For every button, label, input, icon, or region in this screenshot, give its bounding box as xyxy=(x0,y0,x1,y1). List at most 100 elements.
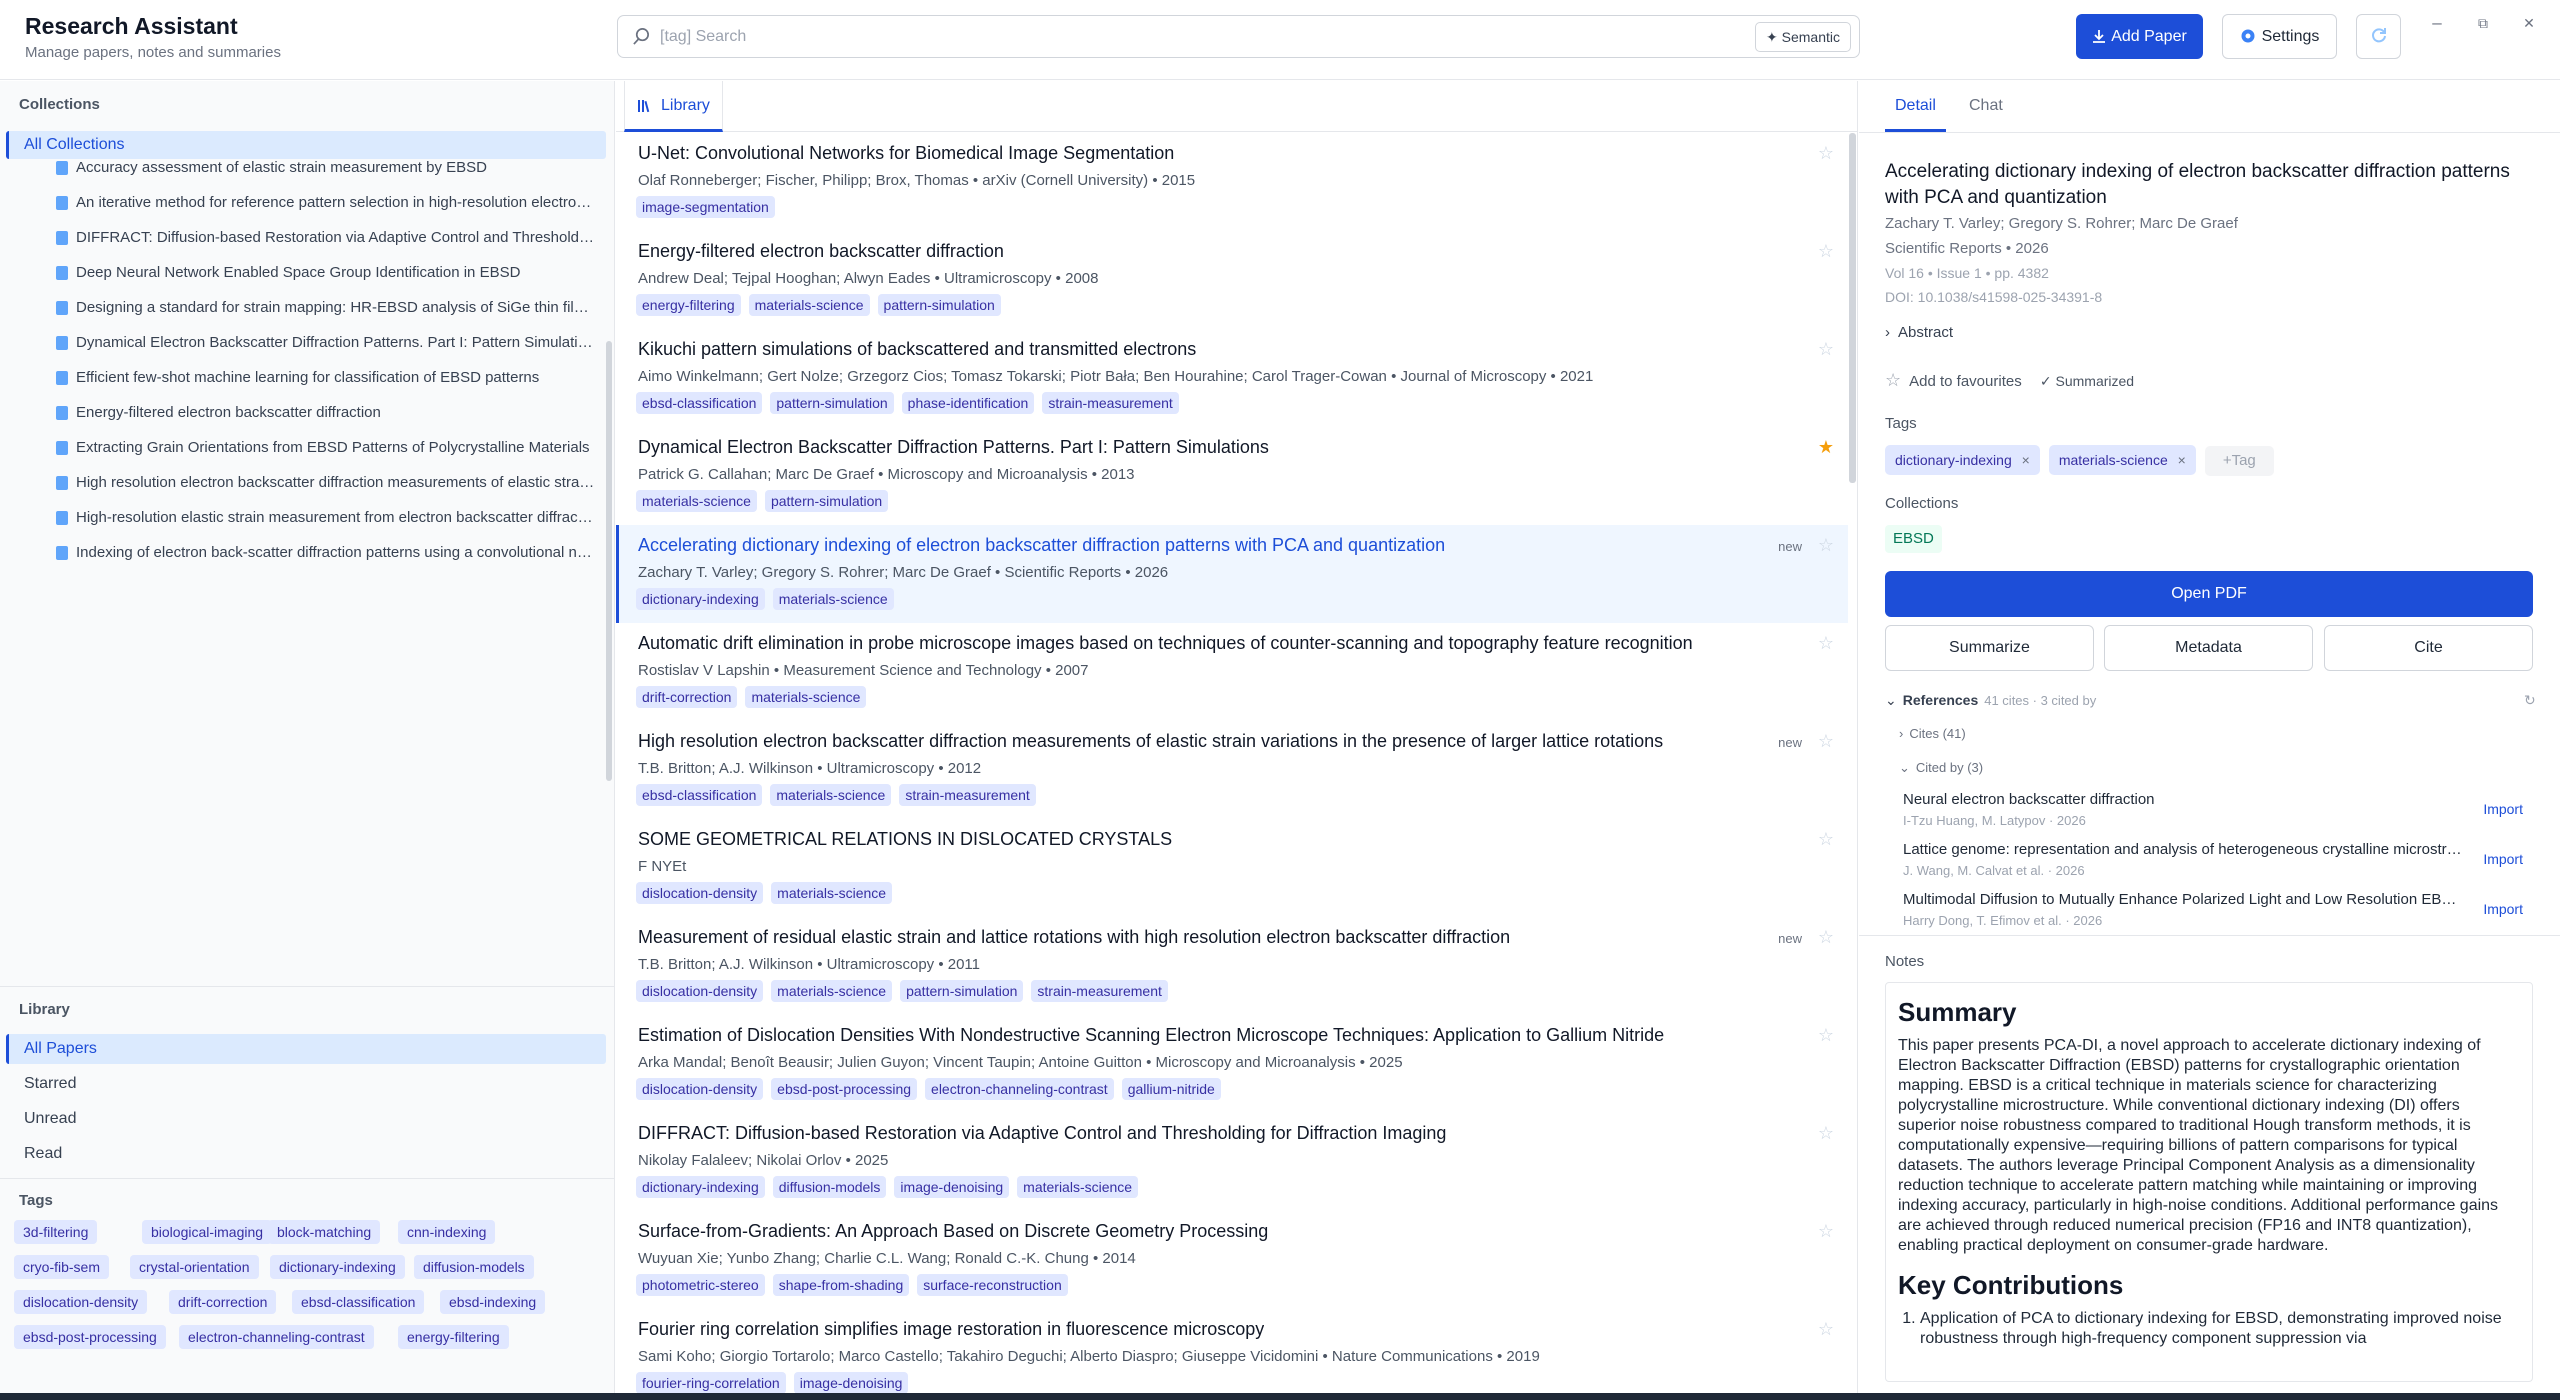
tag-pill[interactable]: diffusion-models xyxy=(414,1255,534,1279)
collection-item[interactable]: Extracting Grain Orientations from EBSD … xyxy=(56,433,596,463)
library-item[interactable]: All Papers xyxy=(6,1034,606,1064)
tag-pill[interactable]: dislocation-density xyxy=(636,980,764,1002)
paper-row[interactable]: Estimation of Dislocation Densities With… xyxy=(616,1015,1848,1113)
tag-pill[interactable]: materials-science xyxy=(745,686,867,708)
paper-title[interactable]: Accelerating dictionary indexing of elec… xyxy=(638,535,1445,556)
tag-pill[interactable]: dictionary-indexing xyxy=(636,588,765,610)
tag-pill[interactable]: ebsd-indexing xyxy=(440,1290,546,1314)
star-icon[interactable]: ☆ xyxy=(1818,535,1834,556)
cites-toggle[interactable]: › Cites (41) xyxy=(1899,726,1966,741)
tag-pill[interactable]: materials-science xyxy=(748,294,870,316)
tag-pill[interactable]: energy-filtering xyxy=(398,1325,509,1349)
tag-pill[interactable]: ebsd-post-processing xyxy=(771,1078,918,1100)
tag-pill[interactable]: pattern-simulation xyxy=(877,294,1001,316)
import-button[interactable]: Import xyxy=(2483,901,2523,917)
tab-library[interactable]: Library xyxy=(624,81,723,132)
tag-pill[interactable]: materials-science xyxy=(771,980,893,1002)
tag-pill[interactable]: electron-channeling-contrast xyxy=(179,1325,374,1349)
collection-item[interactable]: Indexing of electron back-scatter diffra… xyxy=(56,538,596,566)
tag-pill[interactable]: materials-science xyxy=(771,882,893,904)
tag-pill[interactable]: gallium-nitride xyxy=(1121,1078,1221,1100)
tag-pill[interactable]: materials-science × xyxy=(2048,445,2196,475)
tag-pill[interactable]: ebsd-classification xyxy=(292,1290,425,1314)
tag-pill[interactable]: biological-imaging xyxy=(142,1220,273,1244)
tag-pill[interactable]: photometric-stereo xyxy=(636,1274,765,1296)
tag-pill[interactable]: drift-correction xyxy=(169,1290,277,1314)
tag-pill[interactable]: pattern-simulation xyxy=(764,490,889,512)
paper-row[interactable]: Measurement of residual elastic strain a… xyxy=(616,917,1848,1015)
tag-pill[interactable]: strain-measurement xyxy=(1031,980,1168,1002)
collection-item[interactable]: High-resolution elastic strain measureme… xyxy=(56,503,596,533)
window-minimize-button[interactable]: – xyxy=(2424,12,2450,34)
tag-pill[interactable]: materials-science xyxy=(772,588,894,610)
tag-pill[interactable]: fourier-ring-correlation xyxy=(636,1372,786,1393)
paper-row[interactable]: Dynamical Electron Backscatter Diffracti… xyxy=(616,427,1848,525)
tag-pill[interactable]: 3d-filtering xyxy=(14,1220,98,1244)
paper-title[interactable]: High resolution electron backscatter dif… xyxy=(638,731,1663,752)
paper-title[interactable]: Dynamical Electron Backscatter Diffracti… xyxy=(638,437,1269,458)
tag-pill[interactable]: drift-correction xyxy=(636,686,738,708)
search-input[interactable] xyxy=(660,23,1660,51)
star-icon[interactable]: ☆ xyxy=(1818,241,1834,262)
collection-item[interactable]: Designing a standard for strain mapping:… xyxy=(56,293,596,323)
add-tag-button[interactable]: +Tag xyxy=(2204,446,2274,476)
tag-pill[interactable]: ebsd-classification xyxy=(636,392,763,414)
tag-pill[interactable]: shape-from-shading xyxy=(772,1274,910,1296)
tag-pill[interactable]: ebsd-classification xyxy=(636,784,763,806)
remove-tag-icon[interactable]: × xyxy=(2174,452,2186,468)
paper-title[interactable]: Energy-filtered electron backscatter dif… xyxy=(638,241,1004,262)
tag-pill[interactable]: image-denoising xyxy=(894,1176,1010,1198)
tag-pill[interactable]: electron-channeling-contrast xyxy=(925,1078,1114,1100)
paper-row[interactable]: High resolution electron backscatter dif… xyxy=(616,721,1848,819)
tag-pill[interactable]: dictionary-indexing xyxy=(270,1255,405,1279)
tag-pill[interactable]: materials-science xyxy=(636,490,757,512)
collection-item[interactable]: Energy-filtered electron backscatter dif… xyxy=(56,398,596,428)
paper-title[interactable]: Measurement of residual elastic strain a… xyxy=(638,927,1510,948)
paper-row[interactable]: DIFFRACT: Diffusion-based Restoration vi… xyxy=(616,1113,1848,1211)
star-icon[interactable]: ☆ xyxy=(1818,143,1834,164)
list-scrollbar[interactable] xyxy=(1849,133,1856,483)
tag-pill[interactable]: pattern-simulation xyxy=(900,980,1024,1002)
metadata-button[interactable]: Metadata xyxy=(2104,625,2313,671)
cite-button[interactable]: Cite xyxy=(2324,625,2533,671)
window-close-button[interactable]: ✕ xyxy=(2516,12,2542,34)
collection-item[interactable]: Efficient few-shot machine learning for … xyxy=(56,363,596,393)
add-paper-button[interactable]: Add Paper xyxy=(2076,14,2203,59)
notes-editor[interactable]: Summary This paper presents PCA-DI, a no… xyxy=(1885,982,2533,1382)
tag-pill[interactable]: image-denoising xyxy=(793,1372,909,1393)
tag-pill[interactable]: crystal-orientation xyxy=(130,1255,259,1279)
paper-row[interactable]: Surface-from-Gradients: An Approach Base… xyxy=(616,1211,1848,1309)
tag-pill[interactable]: pattern-simulation xyxy=(770,392,894,414)
tag-pill[interactable]: materials-science xyxy=(1017,1176,1139,1198)
collection-item[interactable]: Deep Neural Network Enabled Space Group … xyxy=(56,258,596,288)
semantic-toggle-button[interactable]: ✦ Semantic xyxy=(1755,22,1851,52)
tag-pill[interactable]: cryo-fib-sem xyxy=(14,1255,110,1279)
tag-pill[interactable]: image-segmentation xyxy=(636,196,775,218)
cited-by-title[interactable]: Neural electron backscatter diffraction xyxy=(1903,791,2463,808)
paper-row[interactable]: Accelerating dictionary indexing of elec… xyxy=(616,525,1848,623)
cited-by-title[interactable]: Multimodal Diffusion to Mutually Enhance… xyxy=(1903,891,2463,908)
star-icon[interactable]: ☆ xyxy=(1818,633,1834,654)
paper-row[interactable]: SOME GEOMETRICAL RELATIONS IN DISLOCATED… xyxy=(616,819,1848,917)
tag-pill[interactable]: energy-filtering xyxy=(636,294,741,316)
star-icon[interactable]: ☆ xyxy=(1818,927,1834,948)
tag-pill[interactable]: strain-measurement xyxy=(1042,392,1179,414)
collection-item[interactable]: Accuracy assessment of elastic strain me… xyxy=(56,161,596,183)
abstract-toggle[interactable]: › Abstract xyxy=(1885,324,1953,341)
collection-item[interactable]: Dynamical Electron Backscatter Diffracti… xyxy=(56,328,596,358)
paper-title[interactable]: Kikuchi pattern simulations of backscatt… xyxy=(638,339,1196,360)
paper-title[interactable]: DIFFRACT: Diffusion-based Restoration vi… xyxy=(638,1123,1446,1144)
all-collections-item[interactable]: All Collections xyxy=(6,131,606,159)
star-icon[interactable]: ☆ xyxy=(1818,1221,1834,1242)
star-icon[interactable]: ☆ xyxy=(1818,829,1834,850)
tab-detail[interactable]: Detail xyxy=(1885,81,1946,132)
tag-pill[interactable]: diffusion-models xyxy=(772,1176,887,1198)
import-button[interactable]: Import xyxy=(2483,851,2523,867)
paper-title[interactable]: U-Net: Convolutional Networks for Biomed… xyxy=(638,143,1174,164)
cited-by-title[interactable]: Lattice genome: representation and analy… xyxy=(1903,841,2463,858)
references-refresh-icon[interactable]: ↻ xyxy=(2524,692,2536,709)
collection-badge[interactable]: EBSD xyxy=(1885,525,1942,553)
library-item[interactable]: Unread xyxy=(6,1104,606,1134)
tag-pill[interactable]: dislocation-density xyxy=(636,1078,764,1100)
star-icon[interactable]: ☆ xyxy=(1818,339,1834,360)
